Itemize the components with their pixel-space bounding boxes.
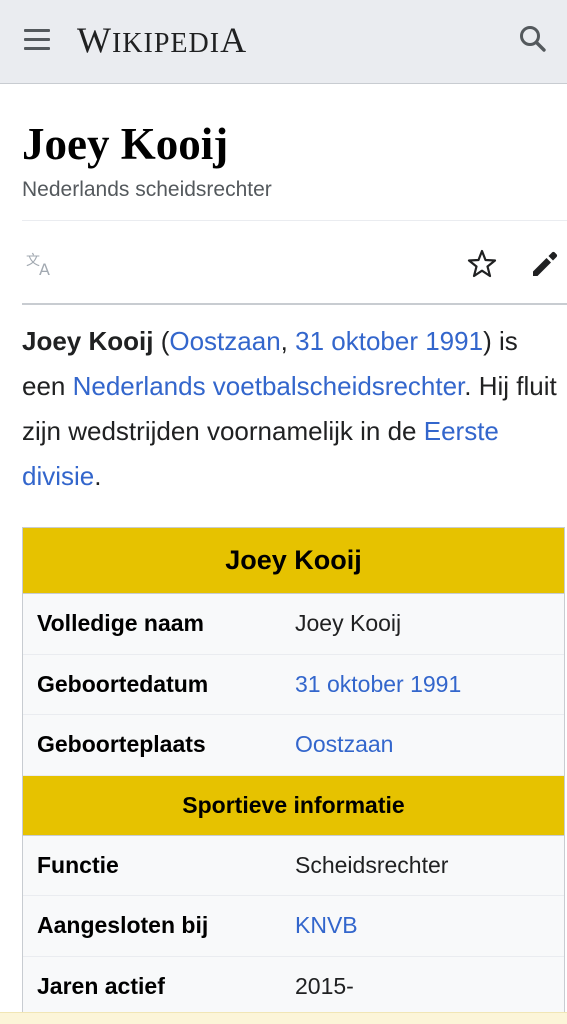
page-title: Joey Kooij	[22, 119, 229, 169]
hamburger-menu-icon[interactable]	[24, 29, 50, 51]
infobox-row-birthplace: Geboorteplaats Oostzaan	[23, 715, 564, 776]
actions-divider	[22, 303, 567, 305]
birthplace-value-link[interactable]: Oostzaan	[295, 731, 564, 758]
wikipedia-logo[interactable]: WIKIPEDIA	[77, 18, 247, 66]
infobox-label: Geboorteplaats	[37, 731, 206, 758]
infobox-label: Functie	[37, 851, 119, 878]
infobox-label: Volledige naam	[37, 610, 205, 637]
infobox-value: 2015-	[295, 972, 354, 999]
infobox-label: Aangesloten bij	[37, 912, 209, 939]
infobox-row-birthdate: Geboortedatum 31 oktober 1991	[23, 655, 564, 715]
infobox-row-function: Functie Scheidsrechter	[23, 836, 564, 896]
birthdate-link[interactable]: 31 oktober 1991	[295, 326, 483, 356]
svg-text:A: A	[39, 260, 50, 277]
infobox-label: Geboortedatum	[37, 670, 209, 697]
title-divider	[22, 220, 567, 221]
role-link[interactable]: Nederlands voetbalscheidsrechter	[73, 371, 465, 401]
affiliation-value-link[interactable]: KNVB	[295, 912, 564, 939]
page-description: Nederlands scheidsrechter	[22, 178, 272, 201]
infobox-title: Joey Kooij	[23, 528, 564, 594]
search-icon[interactable]	[516, 22, 550, 56]
place-link[interactable]: Oostzaan	[169, 326, 280, 356]
intro-name: Joey Kooij	[22, 326, 154, 356]
infobox-row-years-active: Jaren actief 2015-	[23, 957, 564, 1017]
infobox-section-header: Sportieve informatie	[23, 775, 564, 836]
infobox-value: Scheidsrechter	[295, 851, 449, 878]
infobox-row-affiliation: Aangesloten bij KNVB	[23, 896, 564, 957]
intro-paragraph: Joey Kooij (Oostzaan, 31 oktober 1991) i…	[22, 326, 557, 491]
pencil-icon[interactable]	[529, 248, 561, 280]
infobox-value: Joey Kooij	[295, 610, 402, 637]
infobox: Joey Kooij Volledige naam Joey Kooij Geb…	[22, 527, 565, 1018]
bottom-banner	[0, 1012, 567, 1024]
translate-icon[interactable]: 文 A	[26, 251, 58, 279]
svg-text:文: 文	[26, 253, 40, 269]
birthdate-value-link[interactable]: 31 oktober 1991	[295, 671, 564, 698]
star-icon[interactable]	[466, 248, 498, 280]
top-header: WIKIPEDIA	[0, 0, 567, 84]
infobox-row-full-name: Volledige naam Joey Kooij	[23, 594, 564, 655]
infobox-label: Jaren actief	[37, 972, 165, 999]
